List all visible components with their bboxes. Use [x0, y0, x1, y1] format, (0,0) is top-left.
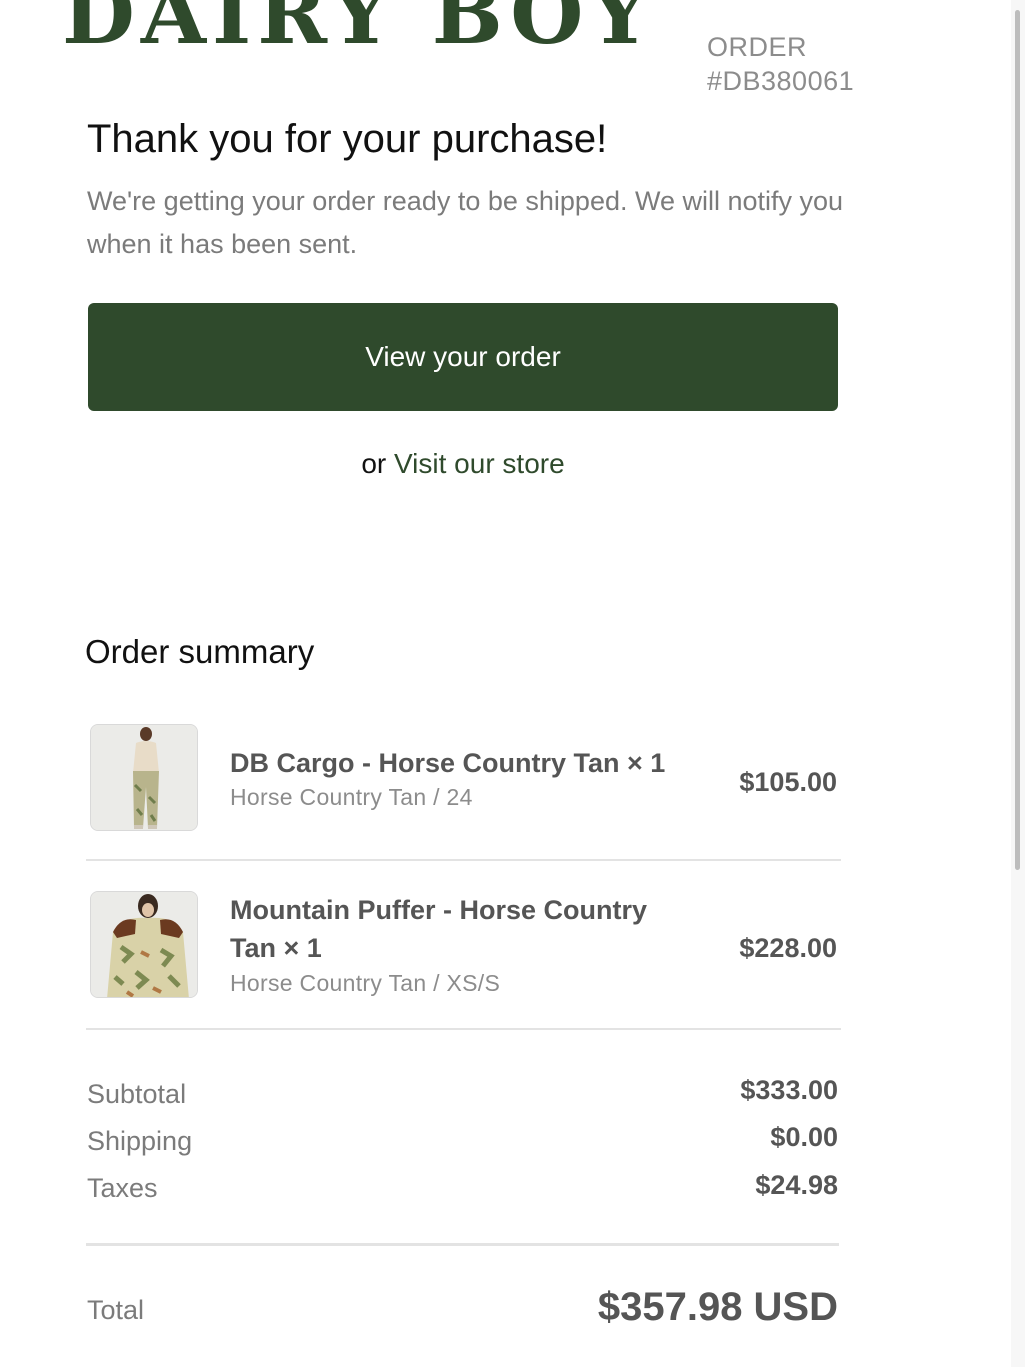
total-label: Total	[87, 1295, 145, 1325]
divider	[86, 859, 841, 861]
item-price: $105.00	[739, 767, 837, 797]
shipping-value: $0.00	[770, 1122, 838, 1152]
scrollbar-thumb[interactable]	[1015, 10, 1020, 870]
view-order-button[interactable]: View your order	[88, 303, 838, 411]
order-label: ORDER	[707, 32, 808, 62]
item-name: Mountain Puffer - Horse Country Tan × 1	[230, 895, 647, 963]
total-value: $357.98 USD	[597, 1285, 838, 1329]
taxes-value: $24.98	[755, 1170, 838, 1200]
model-puffer-jacket-photo[interactable]	[90, 891, 198, 998]
item-price: $228.00	[739, 933, 837, 963]
model-cargo-pants-photo[interactable]	[90, 724, 198, 831]
confirmation-title: Thank you for your purchase!	[87, 117, 608, 161]
subtotal-label: Subtotal	[87, 1079, 187, 1109]
item-name: DB Cargo - Horse Country Tan × 1	[230, 748, 666, 778]
order-summary-title: Order summary	[85, 633, 315, 670]
product-image-cargo-icon	[91, 725, 197, 830]
brand-logo: DAIRY BOY	[62, 0, 656, 63]
item-variant: Horse Country Tan / XS/S	[230, 970, 501, 996]
or-text: or	[361, 448, 387, 479]
visit-store-line: or Visit our store	[88, 446, 838, 482]
confirmation-message: We're getting your order ready to be shi…	[87, 186, 844, 259]
item-variant: Horse Country Tan / 24	[230, 784, 473, 810]
order-confirmation-page: DAIRY BOY ORDER #DB380061 Thank you for …	[0, 0, 1025, 1367]
shipping-label: Shipping	[87, 1126, 193, 1156]
product-image-puffer-icon	[91, 892, 197, 997]
visit-store-link[interactable]: Visit our store	[394, 448, 565, 479]
taxes-label: Taxes	[87, 1173, 158, 1203]
subtotal-value: $333.00	[740, 1075, 838, 1105]
divider	[86, 1028, 841, 1030]
order-number: #DB380061	[707, 66, 855, 96]
scrollbar[interactable]	[1011, 0, 1025, 1367]
divider	[86, 1243, 839, 1246]
